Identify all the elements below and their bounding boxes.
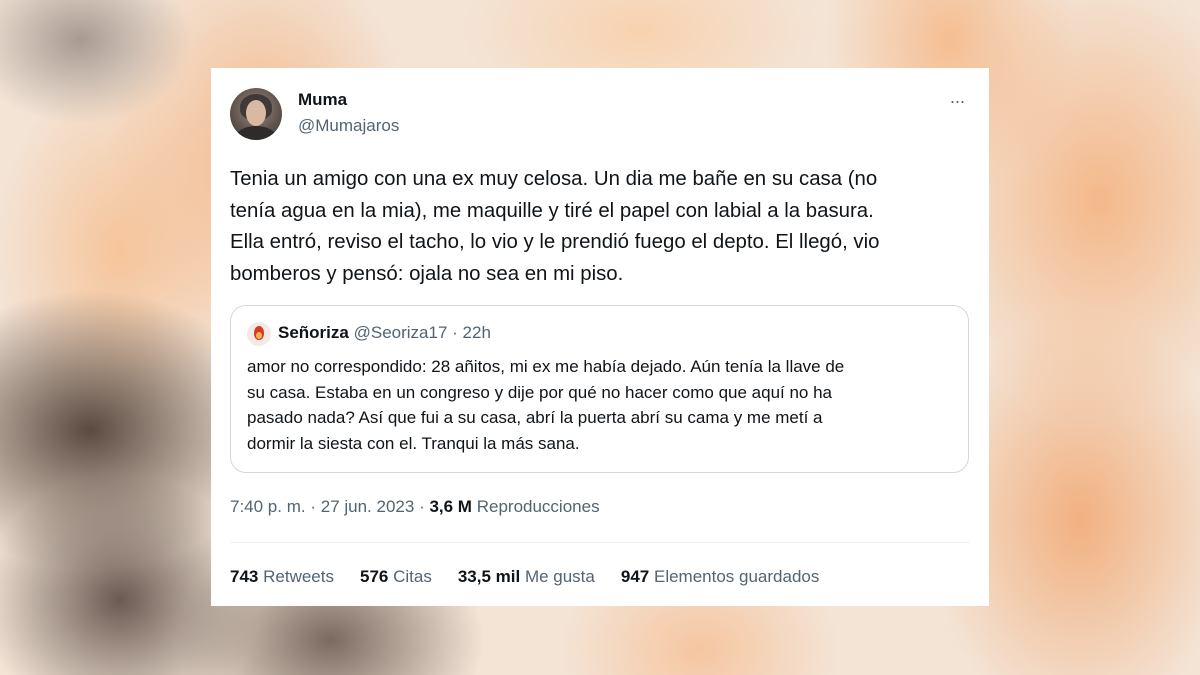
tweet-text: Tenia un amigo con una ex muy celosa. Un… (230, 168, 880, 285)
author-name[interactable]: Muma (298, 90, 347, 110)
author-handle[interactable]: @Mumajaros (298, 116, 399, 136)
quoted-time-ago: 22h (462, 323, 491, 342)
tweet-date[interactable]: 27 jun. 2023 (321, 497, 415, 516)
quoted-text: amor no correspondido: 28 añitos, mi ex … (247, 357, 845, 453)
stat-retweets[interactable]: 743 Retweets (230, 567, 334, 587)
tweet-card: Muma @Mumajaros ··· Tenia un amigo con u… (211, 68, 989, 606)
stat-likes[interactable]: 33,5 mil Me gusta (458, 567, 595, 587)
stat-count: 576 (359, 567, 389, 586)
tweet-time[interactable]: 7:40 p. m. (230, 497, 306, 516)
stat-count: 33,5 mil (457, 567, 521, 586)
stat-quotes[interactable]: 576 Citas (360, 567, 432, 587)
more-options-icon[interactable]: ··· (944, 88, 970, 114)
quoted-author-name: Señoriza (278, 323, 349, 342)
stat-label: Citas (393, 567, 432, 586)
quoted-author-avatar (247, 322, 271, 346)
flame-core-icon (256, 332, 262, 339)
quoted-header: Señoriza @Seoriza17 · 22h (278, 323, 491, 343)
stat-bookmarks[interactable]: 947 Elementos guardados (621, 567, 820, 587)
quoted-tweet[interactable]: Señoriza @Seoriza17 · 22h amor no corres… (230, 305, 969, 473)
views-count: 3,6 M (429, 497, 472, 516)
tweet-timestamp: 7:40 p. m. · 27 jun. 2023 · 3,6 M Reprod… (230, 497, 600, 517)
stat-count: 743 (230, 567, 259, 586)
timestamp-separator: · (310, 497, 321, 516)
avatar-face (246, 100, 266, 126)
views-label: Reproducciones (476, 497, 600, 516)
author-avatar[interactable] (230, 88, 282, 140)
stat-count: 947 (620, 567, 650, 586)
engagement-stats: 743 Retweets 576 Citas 33,5 mil Me gusta… (230, 567, 845, 587)
divider (230, 542, 970, 543)
quoted-separator: · (452, 323, 458, 342)
quoted-author-handle: @Seoriza17 (353, 323, 448, 342)
stat-label: Me gusta (524, 567, 595, 586)
timestamp-separator: · (419, 497, 430, 516)
stat-label: Elementos guardados (653, 567, 820, 586)
stat-label: Retweets (263, 567, 334, 586)
avatar-body (236, 126, 276, 140)
